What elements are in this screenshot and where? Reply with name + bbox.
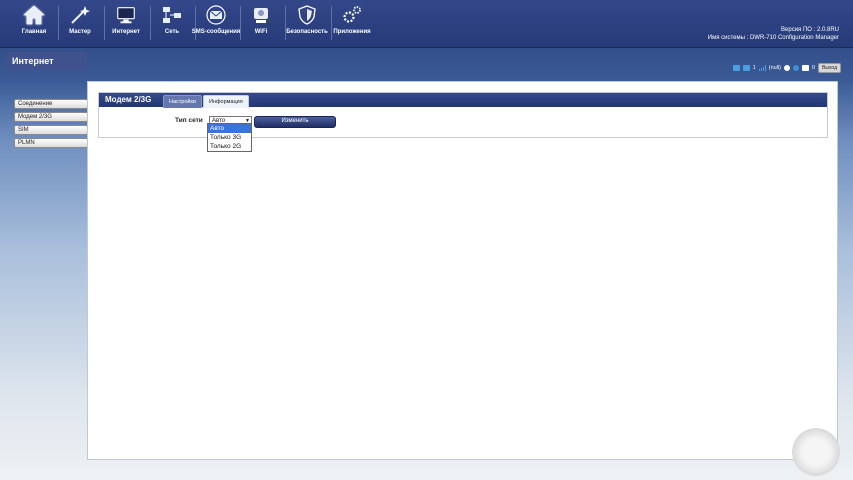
system-name-value: DWR-710 Configuration Manager (749, 35, 839, 41)
nav-security[interactable]: Безопасность (284, 4, 330, 42)
sidebar-item-plmn[interactable]: PLMN (14, 138, 88, 148)
apply-button[interactable]: Изменить (254, 116, 336, 128)
top-toolbar: Главная Мастер Интернет Сеть SMS-сообщен… (0, 0, 853, 48)
nav-home[interactable]: Главная (11, 4, 57, 42)
fw-version-label: Версия ПО (781, 27, 812, 33)
sms-count: 1 (752, 64, 756, 71)
network-name: (null) (768, 64, 781, 71)
main-content: Модем 2/3G Настройки Информация Тип сети… (87, 81, 838, 460)
network-type-label: Тип сети (175, 117, 203, 124)
nav-sms[interactable]: SMS-сообщения (191, 4, 241, 42)
tab-settings[interactable]: Настройки (163, 95, 202, 108)
network-icon (161, 4, 183, 26)
sidebar-item-connection[interactable]: Соединение (14, 99, 88, 109)
wizard-icon (69, 4, 91, 26)
shield-icon (296, 4, 318, 26)
fw-version-value: 2.0.8RU (816, 27, 839, 33)
firmware-info: Версия ПО : 2.0.8RU Имя системы : DWR-71… (707, 27, 839, 41)
section-title: Интернет (7, 52, 87, 70)
nav-label: WiFi (254, 29, 268, 35)
internet-icon (115, 4, 137, 26)
option-auto[interactable]: Авто (208, 124, 251, 133)
nav-label: Мастер (69, 29, 91, 35)
gears-icon (341, 4, 363, 26)
sidebar-item-modem[interactable]: Модем 2/3G (14, 112, 88, 122)
nav-label: SMS-сообщения (191, 29, 241, 35)
sms-status-icon (742, 64, 750, 71)
sms-icon (205, 4, 227, 26)
status-bar: 1 (null) 0 Выход (732, 62, 841, 73)
nav-internet[interactable]: Интернет (103, 4, 149, 42)
mail-icon (801, 64, 809, 71)
nav-label: Приложения (333, 29, 371, 35)
tab-info[interactable]: Информация (203, 95, 249, 108)
nav-network[interactable]: Сеть (149, 4, 195, 42)
wifi-icon (250, 4, 272, 26)
panel-title: Модем 2/3G (105, 95, 152, 104)
nav-label: Безопасность (286, 29, 328, 35)
watermark-logo (792, 428, 840, 476)
home-icon (23, 4, 45, 26)
nav-wizard[interactable]: Мастер (57, 4, 103, 42)
roaming-icon (783, 64, 790, 71)
signal-icon (758, 64, 766, 71)
nav-label: Главная (21, 29, 47, 35)
panel-header: Модем 2/3G Настройки Информация (99, 93, 827, 108)
option-3g-only[interactable]: Только 3G (208, 133, 251, 142)
usb-icon (732, 64, 740, 71)
nav-label: Интернет (112, 29, 140, 35)
unread-count: 0 (811, 64, 816, 71)
nav-label: Сеть (164, 29, 180, 35)
system-name-label: Имя системы (707, 35, 745, 41)
globe-icon (792, 64, 799, 71)
network-type-options: Авто Только 3G Только 2G (207, 123, 252, 152)
logout-button[interactable]: Выход (818, 62, 841, 73)
nav-wifi[interactable]: WiFi (238, 4, 284, 42)
sidebar-item-sim[interactable]: SIM (14, 125, 88, 135)
option-2g-only[interactable]: Только 2G (208, 142, 251, 151)
nav-apps[interactable]: Приложения (329, 4, 375, 42)
